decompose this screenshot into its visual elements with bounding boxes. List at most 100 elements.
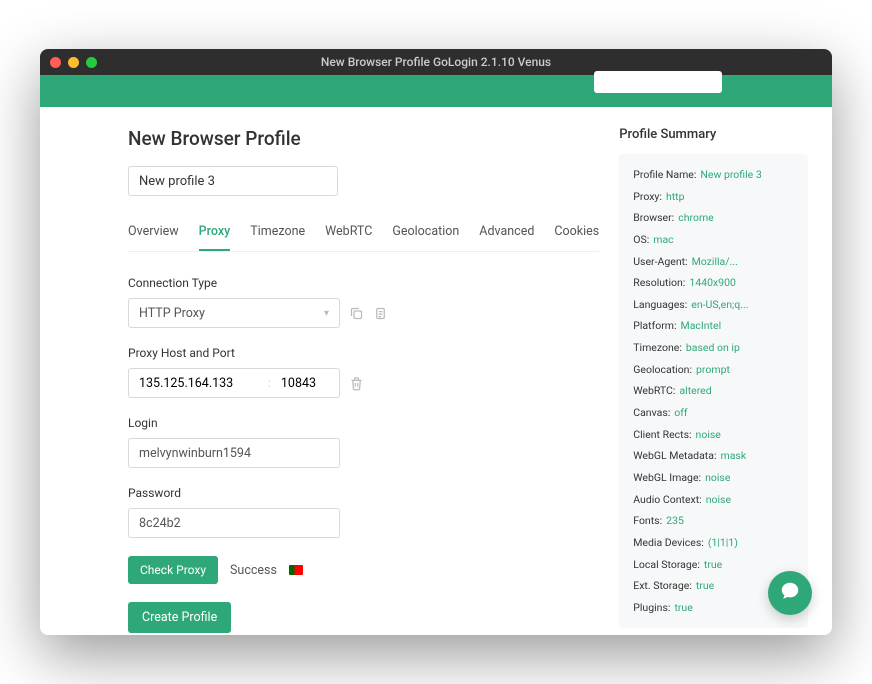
- proxy-login-input[interactable]: [128, 438, 340, 468]
- summary-key: WebGL Metadata:: [633, 449, 716, 463]
- tab-timezone[interactable]: Timezone: [250, 224, 305, 251]
- summary-row: WebRTC: altered: [633, 384, 794, 398]
- proxy-host-input[interactable]: [129, 369, 264, 397]
- connection-type-select[interactable]: HTTP Proxy ▾: [128, 298, 340, 328]
- chevron-down-icon: ▾: [324, 308, 329, 319]
- window-controls: [50, 57, 97, 68]
- host-port-group: :: [128, 368, 340, 398]
- summary-row: Client Rects: noise: [633, 428, 794, 442]
- summary-box: Profile Name: New profile 3 Proxy: http Brow…: [619, 154, 808, 628]
- summary-row: Fonts: 235: [633, 514, 794, 528]
- summary-value: based on ip: [686, 341, 740, 355]
- tab-proxy[interactable]: Proxy: [199, 224, 231, 251]
- summary-value: 1440x900: [689, 276, 736, 290]
- summary-key: Local Storage:: [633, 558, 700, 572]
- summary-row: OS:mac: [633, 233, 794, 247]
- summary-value: altered: [679, 384, 711, 398]
- summary-key: Audio Context:: [633, 493, 701, 507]
- chat-fab-button[interactable]: [768, 571, 812, 615]
- tabs: Overview Proxy Timezone WebRTC Geolocati…: [128, 224, 599, 252]
- summary-key: Canvas:: [633, 406, 670, 420]
- summary-row: Local Storage: true: [633, 558, 794, 572]
- summary-value: 235: [666, 514, 684, 528]
- proxy-password-input[interactable]: [128, 508, 340, 538]
- summary-key: Plugins:: [633, 601, 670, 615]
- summary-key: Media Devices:: [633, 536, 704, 550]
- summary-key: WebGL Image:: [633, 471, 701, 485]
- summary-key: Client Rects:: [633, 428, 691, 442]
- summary-value: noise: [705, 471, 730, 485]
- profile-name-input[interactable]: [128, 166, 338, 196]
- summary-value: (1|1|1): [708, 536, 738, 550]
- summary-key: Languages:: [633, 298, 687, 312]
- delete-proxy-icon[interactable]: [348, 375, 364, 391]
- summary-key: OS:: [633, 233, 649, 247]
- proxy-port-input[interactable]: [275, 369, 330, 397]
- summary-title: Profile Summary: [619, 127, 808, 142]
- check-proxy-button[interactable]: Check Proxy: [128, 556, 218, 584]
- host-port-label: Proxy Host and Port: [128, 346, 599, 360]
- login-label: Login: [128, 416, 599, 430]
- summary-row: User-Agent: Mozilla/...: [633, 255, 794, 269]
- summary-row: Geolocation: prompt: [633, 363, 794, 377]
- summary-value: off: [674, 406, 687, 420]
- summary-row: Profile Name: New profile 3: [633, 168, 794, 182]
- main-panel: New Browser Profile Overview Proxy Timez…: [40, 127, 619, 635]
- summary-value: Mozilla/...: [692, 255, 738, 269]
- summary-value: MacIntel: [681, 319, 722, 333]
- summary-key: Fonts:: [633, 514, 662, 528]
- summary-row: Audio Context: noise: [633, 493, 794, 507]
- summary-key: Browser:: [633, 211, 674, 225]
- paste-proxy-icon[interactable]: [372, 305, 388, 321]
- proxy-status-text: Success: [230, 563, 277, 578]
- minimize-window-button[interactable]: [68, 57, 79, 68]
- summary-value: true: [704, 558, 722, 572]
- password-label: Password: [128, 486, 599, 500]
- create-profile-button[interactable]: Create Profile: [128, 602, 231, 633]
- summary-value: chrome: [678, 211, 714, 225]
- summary-row: WebGL Metadata: mask: [633, 449, 794, 463]
- summary-value: http: [666, 190, 685, 204]
- summary-row: Browser: chrome: [633, 211, 794, 225]
- tab-geolocation[interactable]: Geolocation: [392, 224, 459, 251]
- summary-value: noise: [706, 493, 731, 507]
- tab-advanced[interactable]: Advanced: [479, 224, 534, 251]
- chat-icon: [779, 580, 801, 606]
- summary-key: User-Agent:: [633, 255, 687, 269]
- summary-key: Profile Name:: [633, 168, 696, 182]
- summary-key: Geolocation:: [633, 363, 692, 377]
- summary-row: WebGL Image: noise: [633, 471, 794, 485]
- summary-key: Proxy:: [633, 190, 662, 204]
- summary-value: true: [696, 579, 714, 593]
- summary-value: prompt: [696, 363, 730, 377]
- tab-cookies[interactable]: Cookies: [554, 224, 599, 251]
- summary-key: Timezone:: [633, 341, 682, 355]
- summary-key: WebRTC:: [633, 384, 675, 398]
- copy-proxy-icon[interactable]: [348, 305, 364, 321]
- summary-key: Ext. Storage:: [633, 579, 692, 593]
- summary-row: Timezone: based on ip: [633, 341, 794, 355]
- connection-type-label: Connection Type: [128, 276, 599, 290]
- tab-overview[interactable]: Overview: [128, 224, 179, 251]
- summary-value: noise: [696, 428, 721, 442]
- connection-type-value: HTTP Proxy: [139, 306, 205, 321]
- summary-key: Resolution:: [633, 276, 685, 290]
- summary-value: true: [674, 601, 692, 615]
- maximize-window-button[interactable]: [86, 57, 97, 68]
- tab-webrtc[interactable]: WebRTC: [325, 224, 372, 251]
- header-search-box[interactable]: [594, 71, 722, 93]
- host-port-separator: :: [264, 376, 275, 390]
- page-title: New Browser Profile: [128, 127, 599, 150]
- summary-value: New profile 3: [700, 168, 761, 182]
- summary-row: Canvas: off: [633, 406, 794, 420]
- summary-row: Platform: MacIntel: [633, 319, 794, 333]
- country-flag-icon: [289, 565, 303, 575]
- summary-row: Resolution: 1440x900: [633, 276, 794, 290]
- summary-row: Media Devices: (1|1|1): [633, 536, 794, 550]
- top-header: [40, 75, 832, 107]
- content-area: New Browser Profile Overview Proxy Timez…: [40, 107, 832, 635]
- summary-value: mask: [721, 449, 747, 463]
- close-window-button[interactable]: [50, 57, 61, 68]
- summary-value: en-US,en;q...: [691, 298, 748, 312]
- summary-key: Platform:: [633, 319, 676, 333]
